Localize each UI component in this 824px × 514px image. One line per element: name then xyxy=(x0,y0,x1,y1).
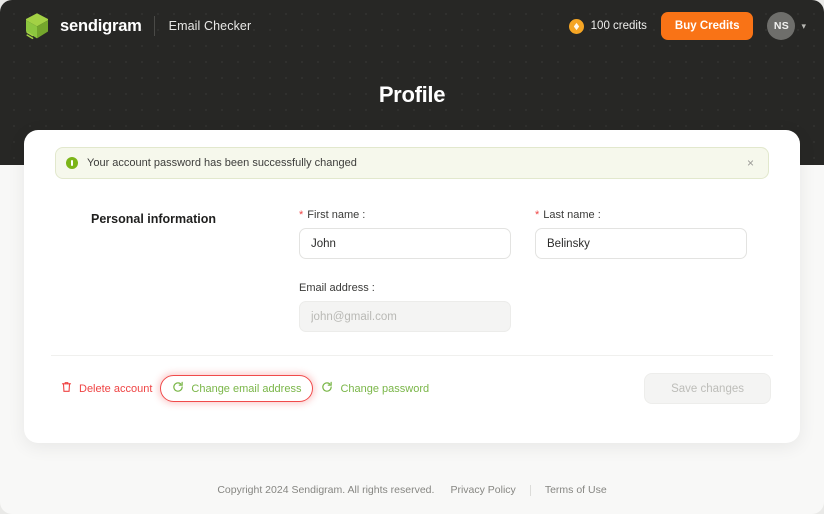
personal-information-section: Personal information * First name : * L xyxy=(45,179,779,332)
footer-divider xyxy=(529,484,531,496)
alert-message: Your account password has been successfu… xyxy=(87,157,357,169)
last-name-input[interactable] xyxy=(535,228,747,259)
section-title: Personal information xyxy=(91,212,217,226)
app-root: sendigram Email Checker 100 credits Buy … xyxy=(0,0,824,514)
change-email-address-button[interactable]: Change email address xyxy=(160,375,314,402)
first-name-label-text: First name : xyxy=(307,209,366,221)
terms-of-use-link[interactable]: Terms of Use xyxy=(545,484,607,496)
brand-logo-group[interactable]: sendigram xyxy=(24,12,142,40)
email-address-label-text: Email address : xyxy=(299,282,375,294)
top-navigation-bar: sendigram Email Checker 100 credits Buy … xyxy=(0,0,824,52)
buy-credits-button[interactable]: Buy Credits xyxy=(660,12,754,40)
app-name-label: Email Checker xyxy=(168,19,252,33)
credits-label: 100 credits xyxy=(590,20,647,32)
required-marker: * xyxy=(535,208,540,221)
email-address-input xyxy=(299,301,511,332)
card-actions: Delete account Change email address Chan… xyxy=(45,356,779,404)
chevron-down-icon: ▾ xyxy=(801,20,806,31)
profile-card: Your account password has been successfu… xyxy=(24,130,800,443)
change-password-button[interactable]: Change password xyxy=(313,375,437,402)
field-spacer xyxy=(299,259,769,282)
required-marker: * xyxy=(299,208,304,221)
coin-icon xyxy=(568,18,584,34)
change-email-address-label: Change email address xyxy=(191,382,302,395)
close-icon[interactable]: × xyxy=(744,155,757,171)
refresh-icon xyxy=(321,381,333,396)
sendigram-cube-icon xyxy=(24,12,50,40)
last-name-field: * Last name : xyxy=(535,209,747,259)
delete-account-label: Delete account xyxy=(79,382,153,395)
first-name-input[interactable] xyxy=(299,228,511,259)
privacy-policy-link[interactable]: Privacy Policy xyxy=(450,484,515,496)
success-alert: Your account password has been successfu… xyxy=(55,147,769,179)
save-changes-button[interactable]: Save changes xyxy=(644,373,771,404)
fields-group: * First name : * Last name : xyxy=(299,209,769,332)
page-footer: Copyright 2024 Sendigram. All rights res… xyxy=(0,484,824,496)
brand-name: sendigram xyxy=(60,16,142,35)
user-menu[interactable]: NS ▾ xyxy=(767,12,806,40)
topbar-right-group: 100 credits Buy Credits NS ▾ xyxy=(568,12,806,40)
credits-indicator[interactable]: 100 credits xyxy=(568,18,647,34)
copyright-text: Copyright 2024 Sendigram. All rights res… xyxy=(217,484,435,496)
last-name-label: * Last name : xyxy=(535,209,747,221)
page-title: Profile xyxy=(378,82,446,107)
name-field-row: * First name : * Last name : xyxy=(299,209,769,259)
info-circle-icon xyxy=(66,157,78,169)
first-name-field: * First name : xyxy=(299,209,511,259)
email-address-field: Email address : xyxy=(299,282,511,332)
email-address-label: Email address : xyxy=(299,282,511,294)
first-name-label: * First name : xyxy=(299,209,511,221)
brand-divider xyxy=(153,16,155,36)
change-password-label: Change password xyxy=(340,382,430,395)
trash-icon xyxy=(61,381,72,396)
refresh-icon xyxy=(172,381,184,396)
avatar: NS xyxy=(767,12,796,40)
email-field-row: Email address : xyxy=(299,282,769,332)
delete-account-button[interactable]: Delete account xyxy=(53,375,160,402)
last-name-label-text: Last name : xyxy=(543,209,601,221)
